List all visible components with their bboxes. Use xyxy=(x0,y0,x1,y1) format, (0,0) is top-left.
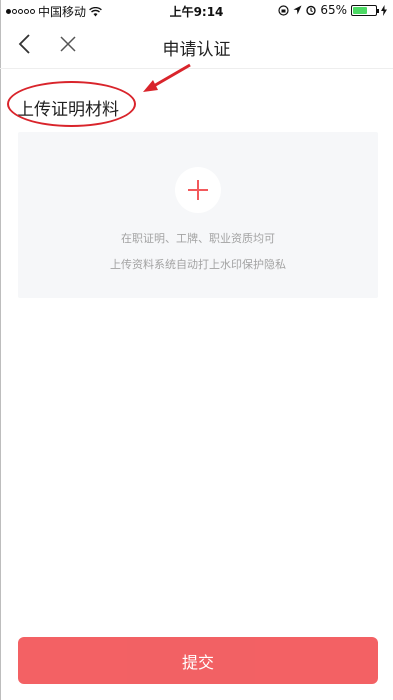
upload-area[interactable]: 在职证明、工牌、职业资质均可 上传资料系统自动打上水印保护隐私 xyxy=(18,132,378,298)
submit-button[interactable]: 提交 xyxy=(18,637,378,684)
upload-hint-line-1: 在职证明、工牌、职业资质均可 xyxy=(121,232,275,245)
status-bar: 中国移动 上午9:14 65% xyxy=(0,0,393,22)
status-right: 65% xyxy=(278,3,387,17)
page-title: 申请认证 xyxy=(162,40,231,60)
plus-icon xyxy=(188,180,208,200)
add-material-button[interactable] xyxy=(175,167,221,213)
annotation-ellipse xyxy=(7,81,136,127)
battery-icon xyxy=(351,4,379,16)
window-edge xyxy=(0,0,1,700)
navigation-bar: 申请认证 xyxy=(0,22,393,69)
battery-percent: 65% xyxy=(320,3,347,17)
alarm-icon xyxy=(306,5,317,15)
battery-fill xyxy=(353,6,368,14)
annotation-arrow-icon xyxy=(143,63,191,92)
lock-rotation-icon xyxy=(278,4,289,16)
location-icon xyxy=(293,5,302,15)
charging-icon xyxy=(381,4,387,16)
upload-hint-line-2: 上传资料系统自动打上水印保护隐私 xyxy=(110,258,286,271)
